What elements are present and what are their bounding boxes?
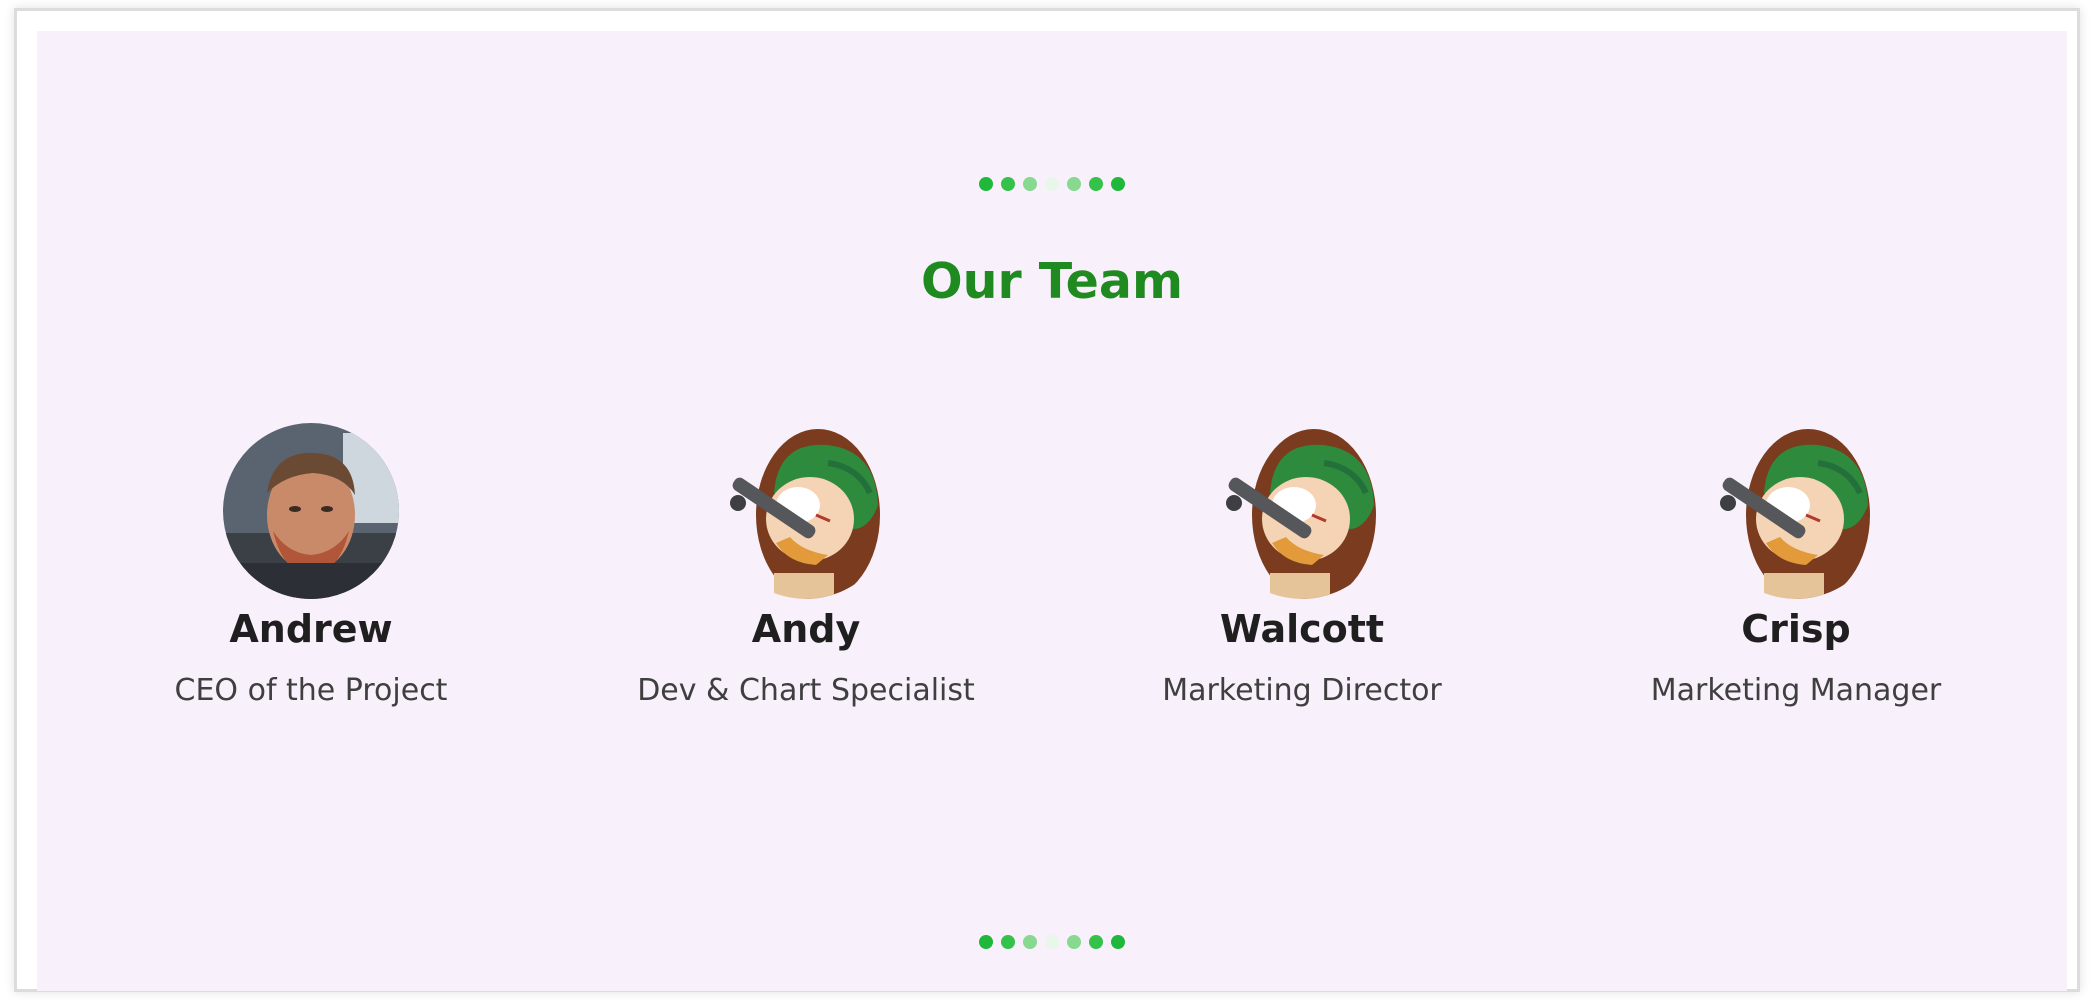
- page-frame: Our Team Andrew CEO of the Project Andy …: [14, 8, 2080, 992]
- member-name: Andrew: [229, 607, 393, 651]
- divider-dot: [1067, 177, 1081, 191]
- member-name: Walcott: [1219, 607, 1385, 651]
- soldier-cartoon-avatar: [718, 423, 894, 599]
- divider-dot: [1001, 177, 1015, 191]
- divider-dot: [1067, 935, 1081, 949]
- member-name: Andy: [751, 607, 861, 651]
- member-role: Dev & Chart Specialist: [637, 673, 975, 708]
- divider-dot: [1111, 935, 1125, 949]
- member-name: Crisp: [1741, 607, 1851, 651]
- divider-dot: [1001, 935, 1015, 949]
- team-member-card: Crisp Marketing Manager: [1556, 423, 2036, 708]
- divider-dot: [979, 935, 993, 949]
- divider-dot: [1089, 935, 1103, 949]
- team-member-card: Andrew CEO of the Project: [71, 423, 551, 708]
- team-section: Our Team Andrew CEO of the Project Andy …: [37, 31, 2067, 991]
- divider-dot: [979, 177, 993, 191]
- soldier-cartoon-avatar: [1708, 423, 1884, 599]
- member-role: Marketing Director: [1162, 673, 1442, 708]
- divider-dot: [1045, 177, 1059, 191]
- divider-dot: [1045, 935, 1059, 949]
- divider-dot: [1023, 177, 1037, 191]
- section-title: Our Team: [920, 253, 1184, 310]
- top-divider-dots: [979, 177, 1125, 191]
- member-role: Marketing Manager: [1650, 673, 1942, 708]
- bottom-divider-dots: [979, 935, 1125, 949]
- soldier-cartoon-avatar: [1214, 423, 1390, 599]
- divider-dot: [1111, 177, 1125, 191]
- photo-avatar: [223, 423, 399, 599]
- member-role: CEO of the Project: [174, 673, 448, 708]
- team-member-card: Andy Dev & Chart Specialist: [566, 423, 1046, 708]
- divider-dot: [1023, 935, 1037, 949]
- team-member-card: Walcott Marketing Director: [1062, 423, 1542, 708]
- divider-dot: [1089, 177, 1103, 191]
